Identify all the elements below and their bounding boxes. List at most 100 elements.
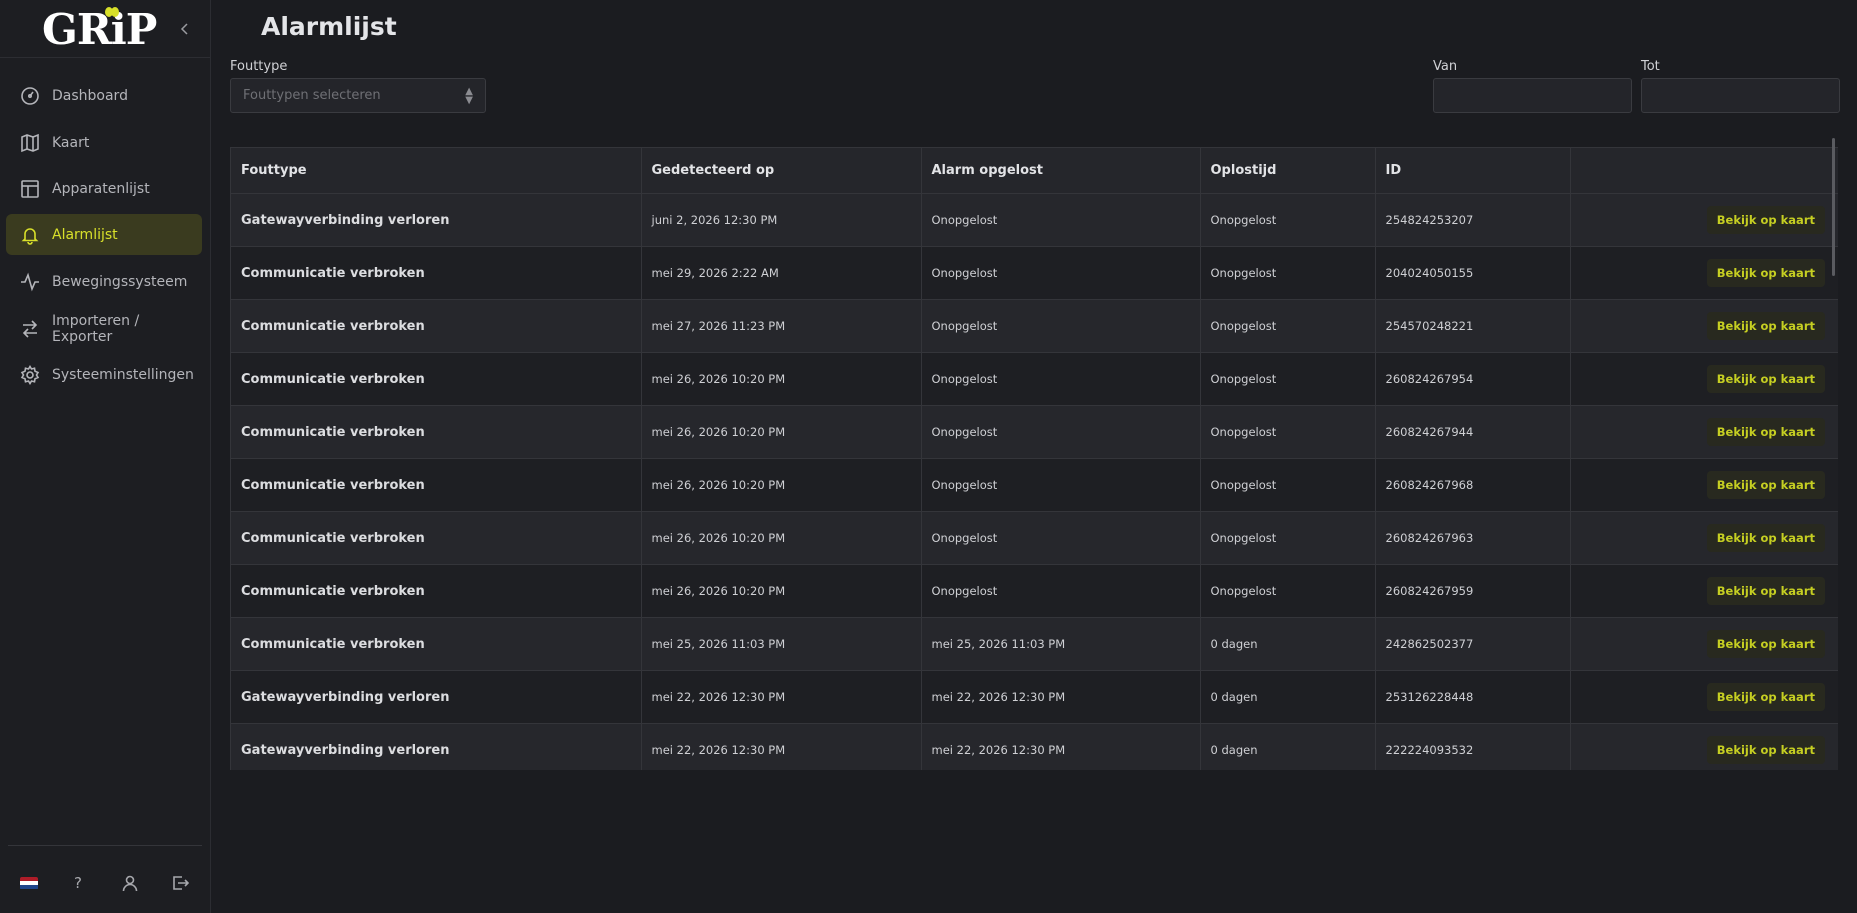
- cell-opgelost: Onopgelost: [921, 564, 1201, 618]
- swap-arrows-icon: [20, 319, 40, 339]
- page-title: Alarmlijst: [261, 12, 397, 41]
- cell-action: Bekijk op kaart: [1570, 300, 1838, 353]
- cell-oplostijd: Onopgelost: [1200, 193, 1376, 247]
- cell-action: Bekijk op kaart: [1570, 671, 1838, 724]
- sidebar-item-systeeminstellingen[interactable]: Systeeminstellingen: [6, 354, 202, 395]
- sidebar-item-label: Alarmlijst: [52, 226, 118, 243]
- view-on-map-button[interactable]: Bekijk op kaart: [1706, 736, 1825, 765]
- divider: [8, 845, 202, 846]
- cell-gedetecteerd: mei 26, 2026 10:20 PM: [641, 511, 922, 565]
- sidebar-item-importeren-exporter[interactable]: Importeren / Exporter: [6, 308, 202, 349]
- sidebar-item-dashboard[interactable]: Dashboard: [6, 75, 202, 116]
- van-date-input[interactable]: [1433, 78, 1632, 113]
- collapse-sidebar-button[interactable]: [174, 18, 196, 40]
- leaf-icon: [105, 7, 119, 17]
- table-row[interactable]: Communicatie verbroken mei 26, 2026 10:20…: [231, 564, 1838, 618]
- cell-id: 254824253207: [1375, 193, 1571, 247]
- tot-label: Tot: [1641, 59, 1660, 74]
- cell-action: Bekijk op kaart: [1570, 724, 1838, 771]
- cell-action: Bekijk op kaart: [1570, 247, 1838, 300]
- bell-icon: [20, 225, 40, 245]
- cell-oplostijd: Onopgelost: [1200, 299, 1376, 353]
- fouttype-select[interactable]: Fouttypen selecteren ▲ ▼: [230, 78, 486, 113]
- column-header-fouttype[interactable]: Fouttype: [231, 147, 642, 194]
- sidebar-item-label: Kaart: [52, 134, 90, 151]
- table-row[interactable]: Gatewayverbinding verloren mei 22, 2026 1…: [231, 670, 1838, 724]
- van-label: Van: [1433, 59, 1458, 74]
- column-header-id[interactable]: ID: [1375, 147, 1571, 194]
- profile-button[interactable]: [119, 872, 141, 894]
- cell-id: 253126228448: [1375, 670, 1571, 724]
- sidebar-item-bewegingssysteem[interactable]: Bewegingssysteem: [6, 261, 202, 302]
- cell-opgelost: mei 22, 2026 12:30 PM: [921, 670, 1201, 724]
- help-label: ?: [74, 874, 82, 892]
- language-button[interactable]: [18, 872, 40, 894]
- cell-id: 254570248221: [1375, 299, 1571, 353]
- map-icon: [20, 133, 40, 153]
- table-row[interactable]: Communicatie verbroken mei 26, 2026 10:20…: [231, 352, 1838, 406]
- app-logo[interactable]: GRiP: [42, 7, 157, 52]
- cell-action: Bekijk op kaart: [1570, 565, 1838, 618]
- view-on-map-button[interactable]: Bekijk op kaart: [1706, 365, 1825, 393]
- cell-opgelost: Onopgelost: [921, 299, 1201, 353]
- fouttype-label: Fouttype: [230, 59, 288, 74]
- chevron-left-icon: [180, 23, 188, 35]
- table-row[interactable]: Communicatie verbroken mei 26, 2026 10:20…: [231, 405, 1838, 459]
- column-header-opgelost[interactable]: Alarm opgelost: [921, 147, 1201, 194]
- table-row[interactable]: Communicatie verbroken mei 29, 2026 2:22 …: [231, 246, 1838, 300]
- table-header-row: Fouttype Gedetecteerd op Alarm opgelost …: [231, 147, 1838, 194]
- cell-fouttype: Communicatie verbroken: [231, 299, 642, 353]
- cell-action: Bekijk op kaart: [1570, 618, 1838, 671]
- sidebar-item-kaart[interactable]: Kaart: [6, 122, 202, 163]
- table-row[interactable]: Communicatie verbroken mei 26, 2026 10:20…: [231, 458, 1838, 512]
- table-row[interactable]: Gatewayverbinding verloren juni 2, 2026 1…: [231, 193, 1838, 247]
- tot-date-input[interactable]: [1641, 78, 1840, 113]
- table-row[interactable]: Communicatie verbroken mei 26, 2026 10:20…: [231, 511, 1838, 565]
- sidebar-item-alarmlijst[interactable]: Alarmlijst: [6, 214, 202, 255]
- cell-opgelost: mei 22, 2026 12:30 PM: [921, 723, 1201, 770]
- table-row[interactable]: Gatewayverbinding verloren mei 22, 2026 1…: [231, 723, 1838, 771]
- view-on-map-button[interactable]: Bekijk op kaart: [1706, 418, 1825, 446]
- column-header-oplostijd[interactable]: Oplostijd: [1200, 147, 1376, 194]
- cell-id: 204024050155: [1375, 246, 1571, 300]
- help-button[interactable]: ?: [67, 872, 89, 894]
- column-header-gedetecteerd[interactable]: Gedetecteerd op: [641, 147, 922, 194]
- activity-icon: [20, 272, 40, 292]
- table-icon: [20, 179, 40, 199]
- cell-action: Bekijk op kaart: [1570, 512, 1838, 565]
- cell-id: 260824267968: [1375, 458, 1571, 512]
- view-on-map-button[interactable]: Bekijk op kaart: [1706, 471, 1825, 499]
- view-on-map-button[interactable]: Bekijk op kaart: [1706, 683, 1825, 711]
- sidebar-item-label: Bewegingssysteem: [52, 273, 188, 290]
- cell-id: 242862502377: [1375, 617, 1571, 671]
- cell-opgelost: Onopgelost: [921, 511, 1201, 565]
- table-scrollbar[interactable]: [1832, 138, 1835, 276]
- cell-gedetecteerd: mei 25, 2026 11:03 PM: [641, 617, 922, 671]
- dutch-flag-icon: [20, 876, 38, 890]
- sidebar-item-label: Systeeminstellingen: [52, 366, 194, 383]
- cell-oplostijd: Onopgelost: [1200, 246, 1376, 300]
- view-on-map-button[interactable]: Bekijk op kaart: [1706, 577, 1825, 605]
- cell-oplostijd: Onopgelost: [1200, 405, 1376, 459]
- cell-gedetecteerd: mei 22, 2026 12:30 PM: [641, 723, 922, 770]
- gauge-icon: [20, 86, 40, 106]
- table-row[interactable]: Communicatie verbroken mei 27, 2026 11:23…: [231, 299, 1838, 353]
- cell-fouttype: Gatewayverbinding verloren: [231, 723, 642, 770]
- sidebar-item-label: Dashboard: [52, 87, 128, 104]
- view-on-map-button[interactable]: Bekijk op kaart: [1706, 259, 1825, 287]
- sidebar-footer: ?: [0, 868, 211, 898]
- view-on-map-button[interactable]: Bekijk op kaart: [1706, 630, 1825, 658]
- view-on-map-button[interactable]: Bekijk op kaart: [1706, 206, 1825, 234]
- cell-opgelost: Onopgelost: [921, 193, 1201, 247]
- cell-gedetecteerd: mei 26, 2026 10:20 PM: [641, 405, 922, 459]
- sidebar-item-label: Importeren / Exporter: [52, 312, 140, 345]
- cell-opgelost: Onopgelost: [921, 458, 1201, 512]
- cell-fouttype: Gatewayverbinding verloren: [231, 670, 642, 724]
- view-on-map-button[interactable]: Bekijk op kaart: [1706, 312, 1825, 340]
- sidebar-item-apparatenlijst[interactable]: Apparatenlijst: [6, 168, 202, 209]
- table-row[interactable]: Communicatie verbroken mei 25, 2026 11:03…: [231, 617, 1838, 671]
- view-on-map-button[interactable]: Bekijk op kaart: [1706, 524, 1825, 552]
- logout-button[interactable]: [169, 872, 191, 894]
- cell-id: 260824267963: [1375, 511, 1571, 565]
- cell-opgelost: mei 25, 2026 11:03 PM: [921, 617, 1201, 671]
